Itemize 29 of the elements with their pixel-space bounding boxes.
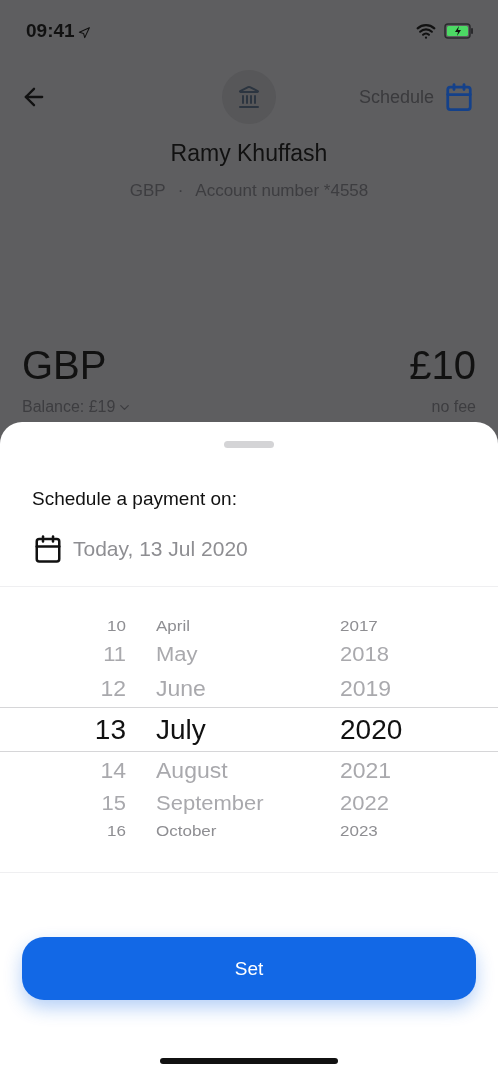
- picker-month[interactable]: September: [156, 792, 264, 816]
- picker-year[interactable]: 2021: [340, 757, 392, 784]
- picker-year[interactable]: 2017: [340, 618, 378, 636]
- picker-month[interactable]: April: [156, 618, 190, 636]
- picker-month[interactable]: July: [156, 713, 206, 746]
- picker-year[interactable]: 2022: [340, 792, 389, 816]
- separator-dot: ·: [177, 181, 184, 201]
- picker-month[interactable]: August: [156, 757, 228, 784]
- picker-month[interactable]: May: [156, 643, 198, 667]
- status-time: 09:41: [26, 20, 75, 42]
- picker-year[interactable]: 2018: [340, 643, 389, 667]
- picker-month[interactable]: June: [156, 675, 206, 702]
- picker-year[interactable]: 2020: [340, 713, 403, 746]
- picker-day[interactable]: 14: [100, 757, 126, 784]
- currency-code: GBP: [22, 343, 107, 388]
- picker-day[interactable]: 13: [94, 713, 126, 746]
- amount-value: £10: [409, 343, 476, 388]
- selected-date: Today, 13 Jul 2020: [73, 537, 248, 561]
- sheet-title: Schedule a payment on:: [32, 488, 238, 510]
- picker-day[interactable]: 15: [101, 792, 126, 816]
- picker-year[interactable]: 2019: [340, 675, 392, 702]
- picker-day[interactable]: 11: [103, 643, 126, 667]
- picker-day[interactable]: 10: [107, 618, 126, 636]
- recipient-name: Ramy Khuffash: [169, 140, 329, 167]
- picker-day[interactable]: 12: [100, 675, 126, 702]
- picker-month[interactable]: October: [156, 823, 217, 841]
- picker-year[interactable]: 2023: [340, 823, 378, 841]
- set-button[interactable]: Set: [22, 937, 476, 1000]
- picker-day[interactable]: 16: [107, 823, 126, 841]
